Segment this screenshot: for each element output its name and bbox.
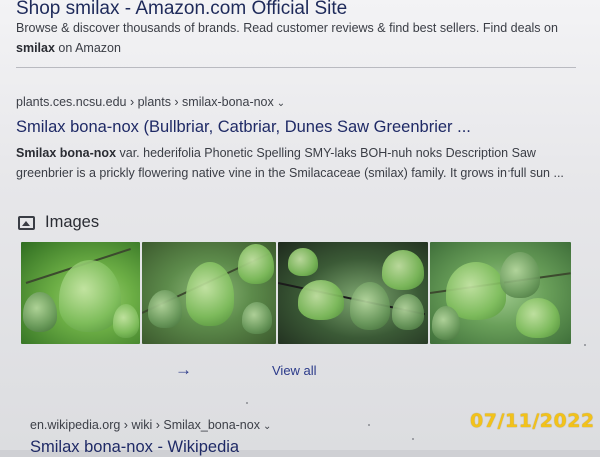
ad-desc-text: Browse & discover thousands of brands. R… — [16, 21, 558, 35]
ad-desc-text-end: on Amazon — [54, 41, 121, 55]
ad-title-link[interactable]: Shop smilax - Amazon.com Official Site — [16, 0, 347, 20]
chevron-down-icon[interactable]: ⌄ — [263, 421, 271, 432]
breadcrumb[interactable]: plants.ces.ncsu.edu › plants › smilax-bo… — [16, 95, 285, 109]
view-all-row[interactable]: → View all — [175, 360, 317, 380]
view-all-link[interactable]: View all — [272, 363, 317, 378]
arrow-right-icon[interactable]: → — [175, 360, 192, 380]
images-section-header[interactable]: Images — [18, 213, 99, 232]
thumbnail-4[interactable] — [429, 242, 571, 344]
thumbnail-1[interactable] — [21, 242, 140, 344]
photo-date-stamp: 07/11/2022 — [470, 410, 595, 432]
divider — [16, 67, 576, 68]
ad-desc-bold: smilax — [16, 41, 55, 55]
result-2-title-link[interactable]: Smilax bona-nox - Wikipedia — [30, 438, 239, 457]
snippet-bold: Smilax bona-nox — [16, 146, 117, 160]
breadcrumb-2-text[interactable]: en.wikipedia.org › wiki › Smilax_bona-no… — [30, 418, 260, 432]
images-label[interactable]: Images — [45, 213, 99, 232]
breadcrumb-2[interactable]: en.wikipedia.org › wiki › Smilax_bona-no… — [30, 418, 271, 432]
result-title-link[interactable]: Smilax bona-nox (Bullbriar, Catbriar, Du… — [16, 118, 471, 137]
search-results-page: Shop smilax - Amazon.com Official Site B… — [0, 0, 600, 456]
breadcrumb-text[interactable]: plants.ces.ncsu.edu › plants › smilax-bo… — [16, 95, 274, 109]
image-icon — [18, 215, 35, 230]
thumbnail-3[interactable] — [278, 242, 428, 344]
chevron-down-icon[interactable]: ⌄ — [277, 98, 285, 109]
image-thumbnail-row — [21, 242, 571, 344]
ad-description: Browse & discover thousands of brands. R… — [16, 18, 591, 58]
thumbnail-2[interactable] — [141, 242, 277, 344]
result-snippet: Smilax bona-nox var. hederifolia Phoneti… — [16, 143, 586, 183]
